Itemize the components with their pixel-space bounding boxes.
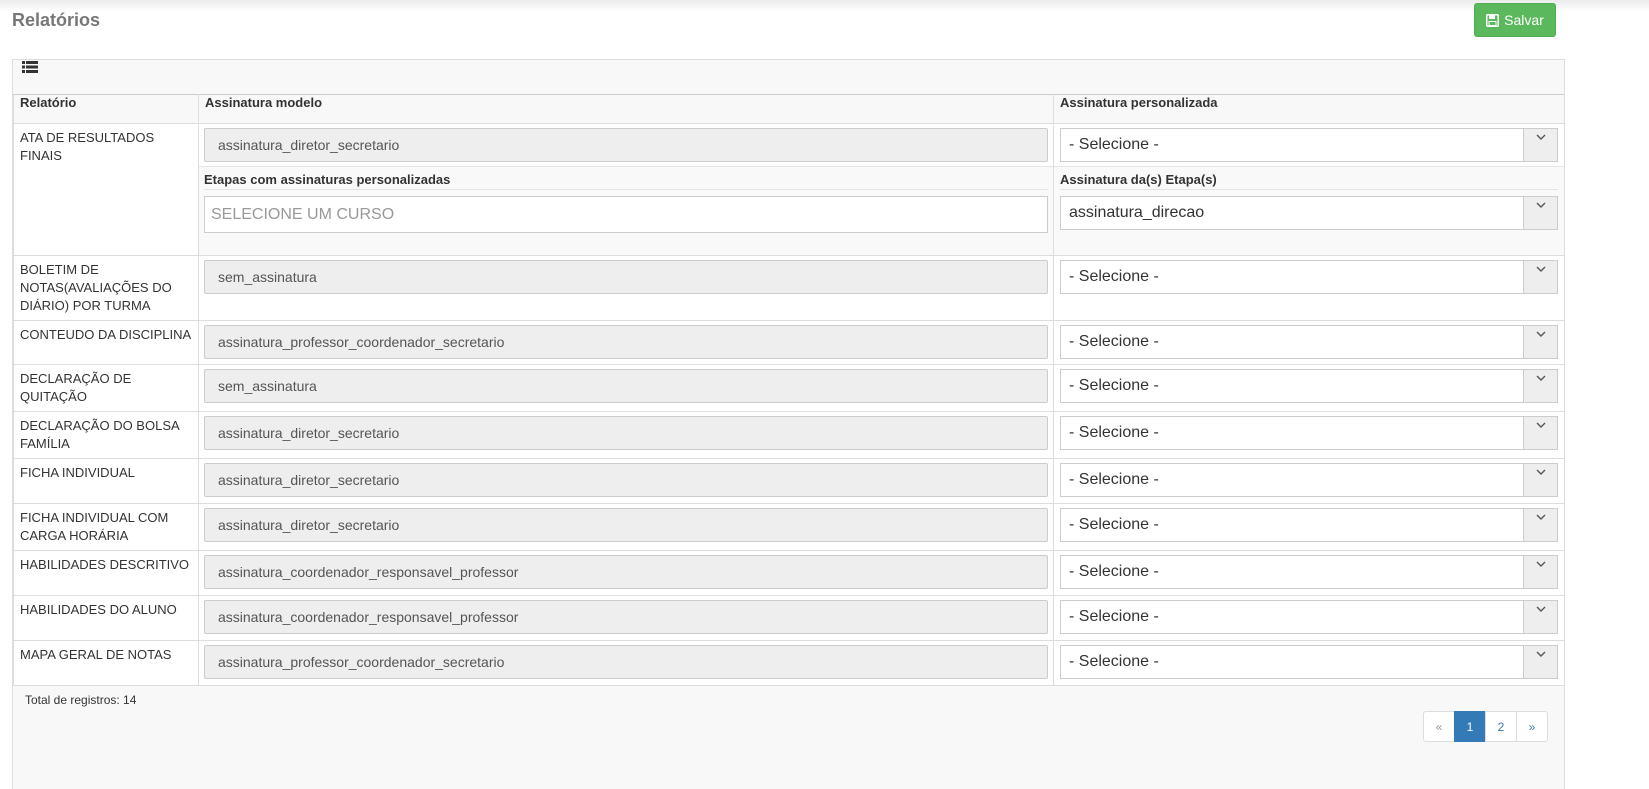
chevron-down-icon <box>1523 556 1557 588</box>
report-name: DECLARAÇÃO DO BOLSA FAMÍLIA <box>20 418 179 451</box>
report-name: BOLETIM DE NOTAS(AVALIAÇÕES DO DIÁRIO) P… <box>20 262 172 313</box>
top-shadow <box>0 0 1649 12</box>
table-row: HABILIDADES DO ALUNO assinatura_coordena… <box>13 595 1565 641</box>
template-signature-field: assinatura_diretor_secretario <box>204 463 1048 497</box>
pagination-page-1[interactable]: 1 <box>1454 711 1486 742</box>
report-name: FICHA INDIVIDUAL <box>20 465 135 480</box>
table-row: BOLETIM DE NOTAS(AVALIAÇÕES DO DIÁRIO) P… <box>13 255 1565 321</box>
table-header-row: Relatório Assinatura modelo Assinatura p… <box>13 94 1565 124</box>
report-name: MAPA GERAL DE NOTAS <box>20 647 172 662</box>
total-records: Total de registros: 14 <box>25 693 137 707</box>
pagination-prev[interactable]: « <box>1423 711 1455 742</box>
reports-table: Relatório Assinatura modelo Assinatura p… <box>13 94 1565 686</box>
chevron-down-icon <box>1523 509 1557 541</box>
table-row: HABILIDADES DESCRITIVO assinatura_coorde… <box>13 550 1565 596</box>
table-row: MAPA GERAL DE NOTAS assinatura_professor… <box>13 640 1565 686</box>
chevron-down-icon <box>1523 261 1557 293</box>
table-row: CONTEUDO DA DISCIPLINA assinatura_profes… <box>13 320 1565 365</box>
custom-signature-select[interactable]: - Selecione - <box>1060 128 1558 162</box>
custom-signature-select[interactable]: - Selecione - <box>1060 260 1558 294</box>
custom-signature-select[interactable]: - Selecione - <box>1060 416 1558 450</box>
stage-section: Etapas com assinaturas personalizadas SE… <box>199 166 1053 255</box>
stage-signature-select[interactable]: assinatura_direcao <box>1060 196 1558 230</box>
floppy-disk-icon <box>1486 13 1500 27</box>
report-name: ATA DE RESULTADOS FINAIS <box>20 130 155 163</box>
page-title: Relatórios <box>12 10 101 30</box>
template-signature-field: sem_assinatura <box>204 369 1048 403</box>
template-signature-field: assinatura_diretor_secretario <box>204 508 1048 542</box>
chevron-down-icon <box>1523 326 1557 358</box>
template-signature-field: assinatura_professor_coordenador_secreta… <box>204 645 1048 679</box>
report-name: DECLARAÇÃO DE QUITAÇÃO <box>20 371 132 404</box>
table-row: DECLARAÇÃO DE QUITAÇÃO sem_assinatura - … <box>13 364 1565 412</box>
stage-signature-label: Assinatura da(s) Etapa(s) <box>1060 167 1558 190</box>
chevron-down-icon <box>1523 464 1557 496</box>
template-signature-field: assinatura_professor_coordenador_secreta… <box>204 325 1048 359</box>
report-name: FICHA INDIVIDUAL COM CARGA HORÁRIA <box>20 510 169 543</box>
template-signature-field: assinatura_coordenador_responsavel_profe… <box>204 555 1048 589</box>
save-button[interactable]: Salvar <box>1474 3 1556 37</box>
table-row: FICHA INDIVIDUAL COM CARGA HORÁRIA assin… <box>13 503 1565 551</box>
reports-panel: Relatório Assinatura modelo Assinatura p… <box>12 59 1565 789</box>
template-signature-field: assinatura_diretor_secretario <box>204 416 1048 450</box>
stages-label: Etapas com assinaturas personalizadas <box>204 167 1048 190</box>
chevron-down-icon <box>1523 129 1557 161</box>
custom-signature-select[interactable]: - Selecione - <box>1060 369 1558 403</box>
pagination-next[interactable]: » <box>1516 711 1548 742</box>
table-row: DECLARAÇÃO DO BOLSA FAMÍLIA assinatura_d… <box>13 411 1565 459</box>
custom-signature-select[interactable]: - Selecione - <box>1060 555 1558 589</box>
table-row: FICHA INDIVIDUAL assinatura_diretor_secr… <box>13 458 1565 504</box>
report-name: HABILIDADES DO ALUNO <box>20 602 177 617</box>
column-header-template: Assinatura modelo <box>198 94 1054 124</box>
list-icon <box>22 60 38 77</box>
chevron-down-icon <box>1523 646 1557 678</box>
column-header-custom: Assinatura personalizada <box>1053 94 1565 124</box>
custom-signature-select[interactable]: - Selecione - <box>1060 325 1558 359</box>
custom-signature-select[interactable]: - Selecione - <box>1060 645 1558 679</box>
report-name: CONTEUDO DA DISCIPLINA <box>20 327 192 342</box>
template-signature-field: sem_assinatura <box>204 260 1048 294</box>
pagination: « 1 2 » <box>1423 711 1548 742</box>
chevron-down-icon <box>1523 197 1557 229</box>
table-row: ATA DE RESULTADOS FINAIS assinatura_dire… <box>13 123 1565 256</box>
custom-signature-select[interactable]: - Selecione - <box>1060 508 1558 542</box>
custom-signature-select[interactable]: - Selecione - <box>1060 600 1558 634</box>
report-name: HABILIDADES DESCRITIVO <box>20 557 190 572</box>
stages-input[interactable]: SELECIONE UM CURSO <box>204 196 1048 233</box>
template-signature-field: assinatura_coordenador_responsavel_profe… <box>204 600 1048 634</box>
chevron-down-icon <box>1523 417 1557 449</box>
pagination-page-2[interactable]: 2 <box>1485 711 1517 742</box>
stage-signature-section: Assinatura da(s) Etapa(s) assinatura_dir… <box>1054 166 1564 255</box>
custom-signature-select[interactable]: - Selecione - <box>1060 463 1558 497</box>
column-header-report: Relatório <box>13 94 199 124</box>
template-signature-field: assinatura_diretor_secretario <box>204 128 1048 162</box>
chevron-down-icon <box>1523 370 1557 402</box>
save-button-label: Salvar <box>1504 12 1544 28</box>
chevron-down-icon <box>1523 601 1557 633</box>
